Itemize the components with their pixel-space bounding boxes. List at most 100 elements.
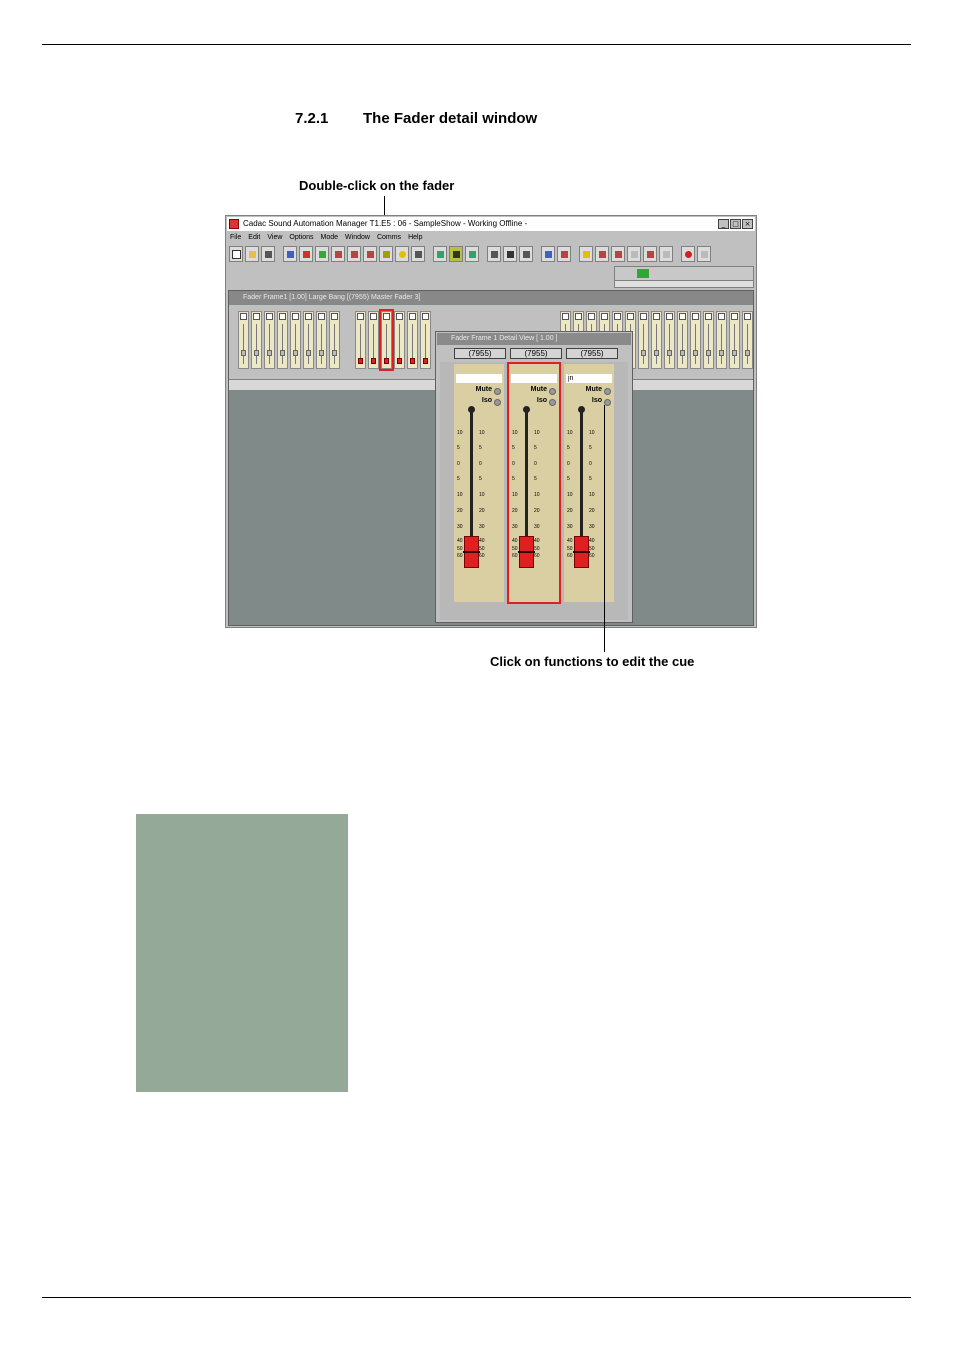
- link-icon[interactable]: [411, 246, 425, 262]
- fader-scale-label: 30: [512, 524, 518, 530]
- fader-cap[interactable]: [463, 536, 480, 568]
- menu-options[interactable]: Options: [289, 232, 313, 243]
- fader-scale-label: 5: [534, 476, 537, 482]
- mini-fader[interactable]: [664, 311, 675, 369]
- mini-fader[interactable]: [690, 311, 701, 369]
- fader-scale-label: 0: [479, 461, 482, 467]
- fader-cap[interactable]: [518, 536, 535, 568]
- fader-cap[interactable]: [573, 536, 590, 568]
- mini-fader[interactable]: [729, 311, 740, 369]
- mute-button[interactable]: [494, 388, 501, 395]
- menu-edit[interactable]: Edit: [248, 232, 260, 243]
- fader-select-icon[interactable]: [299, 246, 313, 262]
- mini-fader[interactable]: [355, 311, 366, 369]
- mini-fader[interactable]: [238, 311, 249, 369]
- fader-scale-label: 20: [534, 508, 540, 514]
- maximize-button[interactable]: □: [730, 219, 741, 229]
- mute-button[interactable]: [604, 388, 611, 395]
- close-button[interactable]: ×: [742, 219, 753, 229]
- mini-fader[interactable]: [264, 311, 275, 369]
- iso-button[interactable]: [549, 399, 556, 406]
- record-icon[interactable]: [363, 246, 377, 262]
- mini-fader[interactable]: [303, 311, 314, 369]
- group-icon[interactable]: [315, 246, 329, 262]
- mute-label: Mute: [530, 386, 547, 393]
- fader-scale-label: 40: [589, 538, 595, 544]
- detail-title: Fader Frame 1 Detail View [ 1.00 ]: [437, 333, 631, 345]
- mini-fader[interactable]: [420, 311, 431, 369]
- fader-scale-label: 10: [512, 430, 518, 436]
- mini-fader[interactable]: [316, 311, 327, 369]
- fader-scale-label: 10: [534, 430, 540, 436]
- menu-help[interactable]: Help: [408, 232, 422, 243]
- status-scrollbar[interactable]: [615, 280, 753, 287]
- new-icon[interactable]: [229, 246, 243, 262]
- fader-scale-label: 60: [534, 553, 540, 559]
- seq-list-icon[interactable]: [541, 246, 555, 262]
- status-strip: [614, 266, 754, 288]
- f7-icon[interactable]: [681, 246, 695, 262]
- mini-fader[interactable]: [251, 311, 262, 369]
- note-icon[interactable]: [503, 246, 517, 262]
- f1-icon[interactable]: [579, 246, 593, 262]
- detail-tab-1[interactable]: (7955): [454, 348, 506, 359]
- fader-scale-label: 5: [457, 445, 460, 451]
- sound-icon[interactable]: [519, 246, 533, 262]
- f8-icon[interactable]: [697, 246, 711, 262]
- channel-name-field[interactable]: [456, 374, 502, 383]
- fader-view-icon[interactable]: [283, 246, 297, 262]
- library-icon[interactable]: [487, 246, 501, 262]
- f3-icon[interactable]: [611, 246, 625, 262]
- network-active-icon[interactable]: [449, 246, 463, 262]
- mini-fader[interactable]: [394, 311, 405, 369]
- mini-fader[interactable]: [677, 311, 688, 369]
- open-icon[interactable]: [245, 246, 259, 262]
- fader-scale-label: 10: [479, 492, 485, 498]
- fader-scale-label: 10: [589, 430, 595, 436]
- mini-fader[interactable]: [703, 311, 714, 369]
- level-icon[interactable]: [379, 246, 393, 262]
- mini-fader[interactable]: [277, 311, 288, 369]
- cue-icon[interactable]: [347, 246, 361, 262]
- f4-icon[interactable]: [627, 246, 641, 262]
- mute-label: Mute: [475, 386, 492, 393]
- fader-scale-label: 5: [512, 445, 515, 451]
- mini-fader[interactable]: [290, 311, 301, 369]
- mini-fader[interactable]: [651, 311, 662, 369]
- app-icon: [229, 219, 239, 229]
- mute-button[interactable]: [549, 388, 556, 395]
- fader-scale-label: 10: [457, 430, 463, 436]
- seq-ctrl-icon[interactable]: [557, 246, 571, 262]
- menu-window[interactable]: Window: [345, 232, 370, 243]
- channel-name-field[interactable]: [511, 374, 557, 383]
- mini-fader[interactable]: [742, 311, 753, 369]
- menu-file[interactable]: File: [230, 232, 241, 243]
- menu-view[interactable]: View: [267, 232, 282, 243]
- fader-scale-label: 5: [512, 476, 515, 482]
- network-off-icon[interactable]: [465, 246, 479, 262]
- detail-tab-3[interactable]: (7955): [566, 348, 618, 359]
- iso-button[interactable]: [494, 399, 501, 406]
- mini-fader[interactable]: [368, 311, 379, 369]
- f5-icon[interactable]: [643, 246, 657, 262]
- mini-fader[interactable]: [329, 311, 340, 369]
- fader-scale-label: 10: [567, 430, 573, 436]
- channel-name-field[interactable]: jn: [566, 374, 612, 383]
- timer-icon[interactable]: [395, 246, 409, 262]
- iso-button[interactable]: [604, 399, 611, 406]
- f2-icon[interactable]: [595, 246, 609, 262]
- menu-mode[interactable]: Mode: [321, 232, 339, 243]
- curve-icon[interactable]: [331, 246, 345, 262]
- minimize-button[interactable]: _: [718, 219, 729, 229]
- menu-comms[interactable]: Comms: [377, 232, 401, 243]
- save-icon[interactable]: [261, 246, 275, 262]
- mini-fader-selected[interactable]: [379, 309, 394, 371]
- mini-fader[interactable]: [716, 311, 727, 369]
- fader-scale-label: 40: [512, 538, 518, 544]
- network-icon[interactable]: [433, 246, 447, 262]
- detail-tab-2[interactable]: (7955): [510, 348, 562, 359]
- f6-icon[interactable]: [659, 246, 673, 262]
- fader-scale-label: 50: [589, 546, 595, 552]
- mini-fader[interactable]: [407, 311, 418, 369]
- mini-fader[interactable]: [638, 311, 649, 369]
